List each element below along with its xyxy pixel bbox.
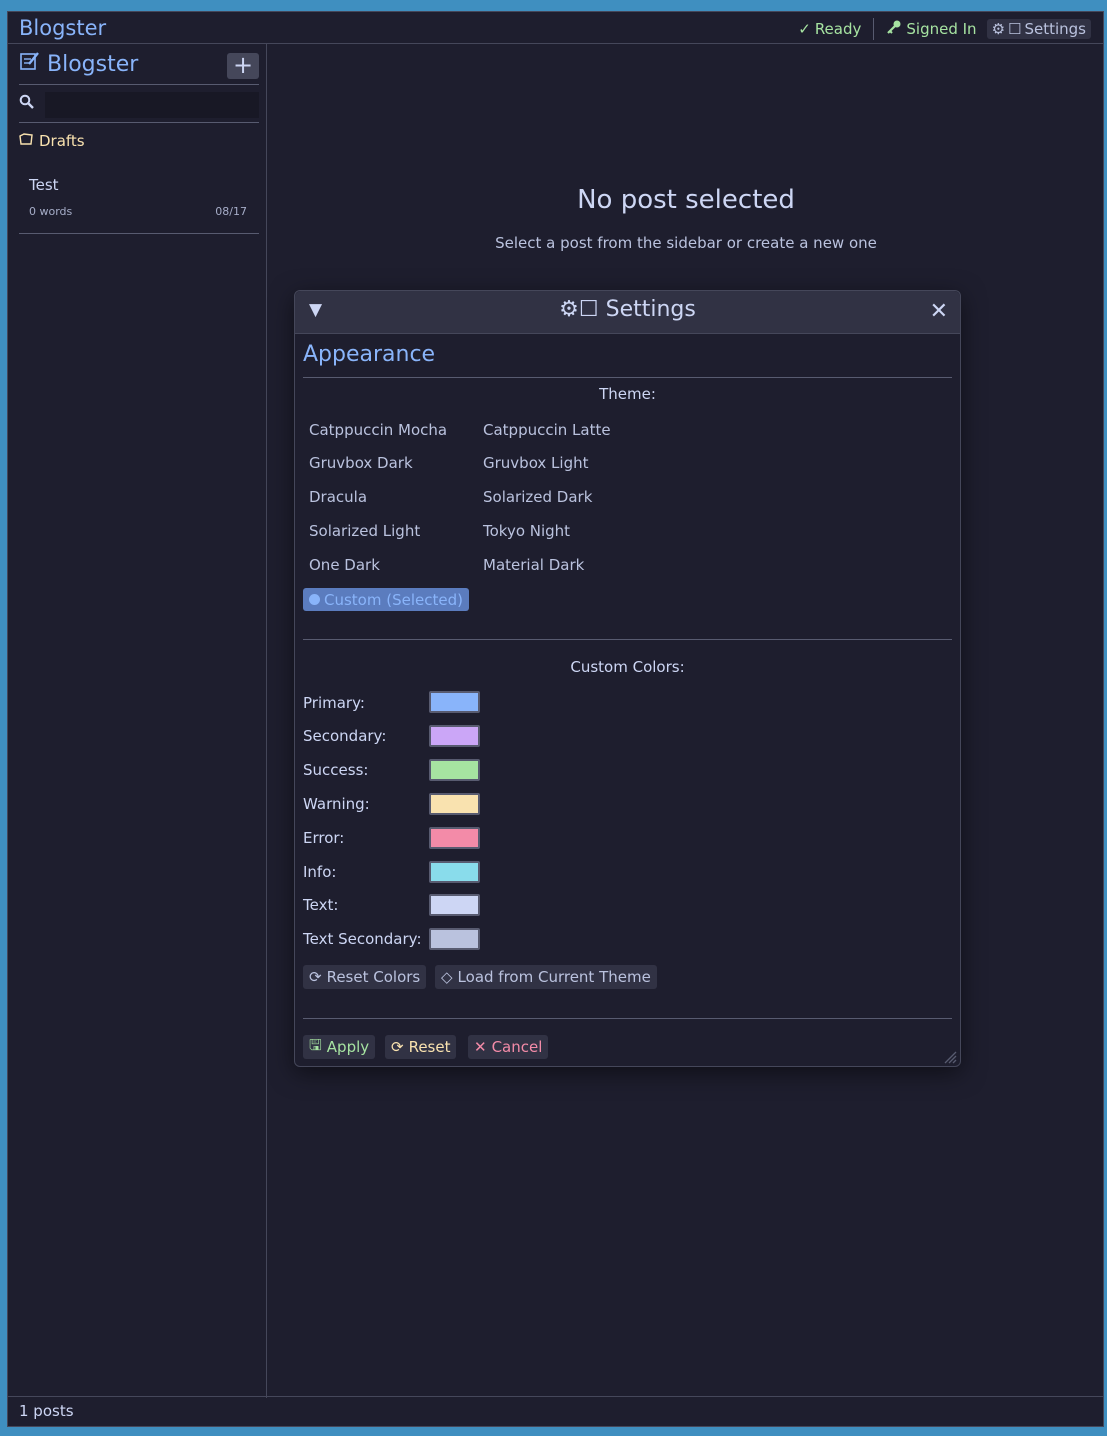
app-title: Blogster bbox=[19, 16, 107, 40]
color-label-success: Success: bbox=[303, 761, 369, 779]
close-icon: ✕ bbox=[474, 1038, 487, 1056]
ready-label: Ready bbox=[814, 20, 862, 38]
status-bar: 1 posts bbox=[8, 1396, 1103, 1426]
color-label-warning: Warning: bbox=[303, 795, 370, 813]
apply-button[interactable]: 🖫 Apply bbox=[303, 1035, 376, 1059]
divider bbox=[303, 639, 952, 640]
color-label-info: Info: bbox=[303, 863, 337, 881]
check-icon: ✓ bbox=[798, 20, 811, 38]
save-icon: 🖫 bbox=[309, 1035, 322, 1054]
new-post-button[interactable]: + bbox=[227, 53, 259, 79]
theme-option[interactable]: Gruvbox Light bbox=[483, 454, 589, 472]
theme-option[interactable]: Material Dark bbox=[483, 556, 584, 574]
reset-colors-label: Reset Colors bbox=[326, 968, 421, 986]
gear-icon: ⚙ bbox=[559, 297, 579, 322]
color-label-error: Error: bbox=[303, 829, 345, 847]
sidebar-header: Blogster + bbox=[19, 48, 259, 85]
empty-state-subtitle: Select a post from the sidebar or create… bbox=[495, 234, 877, 252]
theme-option[interactable]: Catppuccin Latte bbox=[483, 421, 611, 439]
tag-icon: ◇ bbox=[441, 968, 453, 986]
title-bar: Blogster ✓ Ready Signed In ⚙ ☐ Settings bbox=[8, 12, 1103, 44]
apply-label: Apply bbox=[326, 1038, 370, 1056]
signed-in-status: Signed In bbox=[886, 19, 977, 39]
post-count: 1 posts bbox=[19, 1402, 74, 1420]
divider bbox=[303, 1018, 952, 1019]
settings-dialog: ▼ ⚙☐ Settings ✕ Appearance Theme: Catppu… bbox=[294, 290, 961, 1067]
folder-icon bbox=[19, 132, 33, 150]
color-swatch-info[interactable] bbox=[429, 861, 480, 883]
post-date: 08/17 bbox=[215, 205, 247, 218]
divider bbox=[873, 18, 875, 40]
color-swatch-text-secondary[interactable] bbox=[429, 928, 480, 950]
settings-label: Settings bbox=[1024, 20, 1086, 38]
post-word-count: 0 words bbox=[29, 205, 73, 218]
color-swatch-text[interactable] bbox=[429, 894, 480, 916]
reset-button[interactable]: ⟳ Reset bbox=[385, 1035, 457, 1059]
theme-option[interactable]: Gruvbox Dark bbox=[309, 454, 413, 472]
box-icon: ☐ bbox=[578, 297, 599, 322]
theme-option[interactable]: Solarized Dark bbox=[483, 488, 592, 506]
color-swatch-warning[interactable] bbox=[429, 793, 480, 815]
ready-status: ✓ Ready bbox=[798, 20, 861, 38]
custom-colors-label: Custom Colors: bbox=[570, 658, 685, 676]
cancel-label: Cancel bbox=[491, 1038, 543, 1056]
search-input[interactable] bbox=[45, 92, 259, 118]
color-label-secondary: Secondary: bbox=[303, 727, 387, 745]
color-swatch-error[interactable] bbox=[429, 827, 480, 849]
color-swatch-secondary[interactable] bbox=[429, 725, 480, 747]
resize-grip-icon[interactable] bbox=[943, 1049, 957, 1064]
load-theme-button[interactable]: ◇ Load from Current Theme bbox=[435, 965, 657, 989]
load-theme-label: Load from Current Theme bbox=[457, 968, 651, 986]
search-icon bbox=[19, 94, 35, 114]
color-swatch-success[interactable] bbox=[429, 759, 480, 781]
color-swatch-primary[interactable] bbox=[429, 691, 480, 713]
theme-option-selected[interactable]: Custom (Selected) bbox=[303, 588, 469, 611]
theme-label: Theme: bbox=[599, 385, 656, 403]
app-window: Blogster ✓ Ready Signed In ⚙ ☐ Settings bbox=[7, 11, 1104, 1427]
divider bbox=[303, 377, 952, 378]
appearance-heading: Appearance bbox=[303, 342, 436, 367]
post-list-item[interactable]: Test 0 words 08/17 bbox=[19, 169, 259, 234]
gear-icon: ⚙ bbox=[991, 20, 1006, 38]
empty-state-title: No post selected bbox=[577, 185, 795, 215]
edit-icon bbox=[19, 50, 41, 78]
settings-button[interactable]: ⚙ ☐ Settings bbox=[986, 19, 1091, 39]
sidebar-title: Blogster bbox=[19, 50, 138, 78]
radio-selected-icon bbox=[309, 594, 320, 605]
reset-label: Reset bbox=[408, 1038, 451, 1056]
refresh-icon: ⟳ bbox=[391, 1038, 404, 1056]
key-icon bbox=[886, 19, 902, 39]
refresh-icon: ⟳ bbox=[309, 968, 322, 986]
color-label-text: Text: bbox=[303, 896, 339, 914]
dialog-title-label: Settings bbox=[605, 297, 696, 322]
box-icon: ☐ bbox=[1008, 20, 1022, 38]
post-title: Test bbox=[29, 176, 59, 194]
signed-in-label: Signed In bbox=[906, 20, 977, 38]
reset-colors-button[interactable]: ⟳ Reset Colors bbox=[303, 965, 427, 989]
cancel-button[interactable]: ✕ Cancel bbox=[468, 1035, 549, 1059]
drafts-section: Drafts bbox=[19, 132, 85, 150]
search-row bbox=[19, 88, 259, 123]
theme-option[interactable]: One Dark bbox=[309, 556, 380, 574]
selected-theme-label: Custom (Selected) bbox=[324, 590, 463, 609]
dialog-title: ⚙☐ Settings bbox=[295, 297, 960, 322]
theme-option[interactable]: Dracula bbox=[309, 488, 367, 506]
theme-option[interactable]: Catppuccin Mocha bbox=[309, 421, 447, 439]
theme-option[interactable]: Solarized Light bbox=[309, 522, 420, 540]
close-icon[interactable]: ✕ bbox=[930, 299, 948, 324]
status-area: ✓ Ready Signed In ⚙ ☐ Settings bbox=[798, 18, 1091, 40]
theme-option[interactable]: Tokyo Night bbox=[483, 522, 570, 540]
color-label-text-secondary: Text Secondary: bbox=[303, 930, 422, 948]
color-label-primary: Primary: bbox=[303, 694, 365, 712]
sidebar-title-label: Blogster bbox=[47, 51, 139, 77]
sidebar: Blogster + Drafts Test 0 words 08/17 bbox=[8, 44, 267, 1398]
dialog-header[interactable]: ▼ ⚙☐ Settings ✕ bbox=[295, 291, 960, 334]
drafts-label: Drafts bbox=[39, 132, 85, 150]
